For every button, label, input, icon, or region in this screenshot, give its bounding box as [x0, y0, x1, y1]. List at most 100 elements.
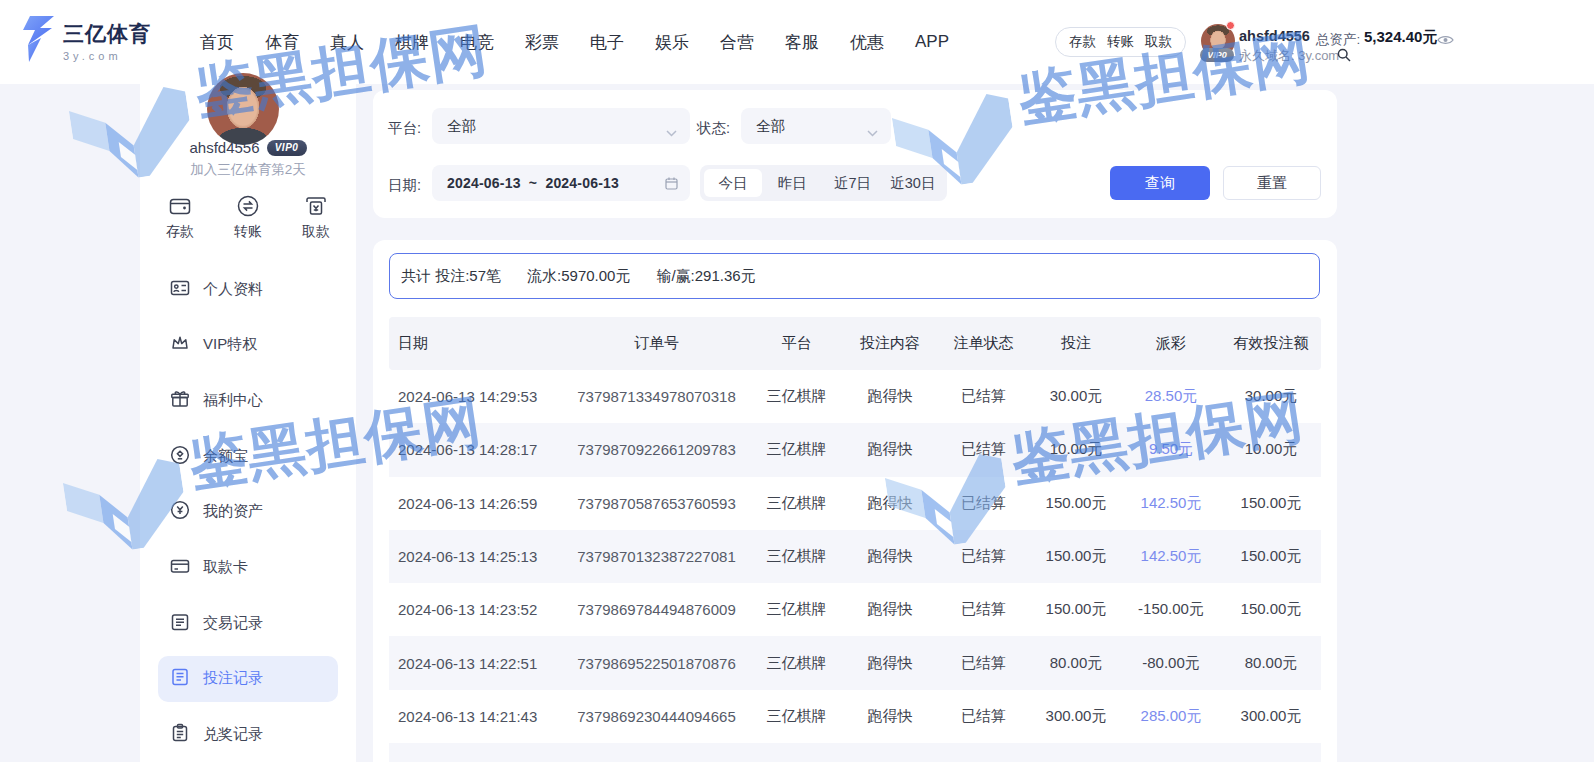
chevron-down-icon: [867, 123, 878, 141]
wallet-action-1[interactable]: 存款: [1069, 33, 1096, 51]
cell-platform: 三亿棋牌: [749, 547, 844, 566]
brand-domain: 3y.com: [63, 50, 151, 62]
sidebar-item-3[interactable]: 福利中心: [158, 377, 338, 423]
table-body: 2024-06-13 14:29:537379871334978070318三亿…: [389, 370, 1321, 762]
cell-order_no: 7379871334978070318: [564, 388, 749, 405]
nav-item-1[interactable]: 首页: [199, 31, 235, 54]
sidebar-item-7[interactable]: 交易记录: [158, 600, 338, 646]
crown-icon: [170, 333, 190, 356]
search-icon[interactable]: [1337, 48, 1351, 66]
cell-payout: 142.50元: [1121, 547, 1221, 566]
table-row-7: 2024-06-13 14:21:437379869230444094665三亿…: [389, 690, 1321, 743]
platform-label: 平台:: [388, 119, 421, 138]
range-3[interactable]: 近7日: [822, 174, 882, 193]
summary-turnover: 流水:5970.00元: [527, 267, 630, 286]
cell-status: 已结算: [936, 494, 1031, 513]
nav-item-8[interactable]: 娱乐: [654, 31, 690, 54]
cell-bet: 300.00元: [1031, 707, 1121, 726]
profile-card-icon: [170, 278, 190, 301]
transfer-icon: [236, 194, 260, 218]
platform-select[interactable]: 全部: [432, 108, 690, 144]
cell-order_no: 7379870587653760593: [564, 495, 749, 512]
sidebar-item-2[interactable]: VIP特权: [158, 322, 338, 368]
quick-action-3[interactable]: 取款: [282, 194, 350, 241]
date-range-input[interactable]: 2024-06-13 ~ 2024-06-13: [432, 165, 690, 201]
nav-item-2[interactable]: 体育: [264, 31, 300, 54]
sidebar: ahsfd4556 VIP0 加入三亿体育第2天 存款转账取款 个人资料VIP特…: [140, 84, 356, 762]
cell-order_no: 7379869522501870876: [564, 655, 749, 672]
date-label: 日期:: [388, 176, 421, 195]
wallet-action-3[interactable]: 取款: [1145, 33, 1172, 51]
chevron-down-icon: [666, 123, 677, 141]
nav-item-10[interactable]: 客服: [784, 31, 820, 54]
date-quick-ranges: 今日昨日近7日近30日: [700, 165, 947, 201]
cell-payout: 9.50元: [1121, 440, 1221, 459]
cell-bet: 10.00元: [1031, 440, 1121, 459]
cell-date: 2024-06-13 14:25:13: [389, 548, 564, 565]
cell-status: 已结算: [936, 547, 1031, 566]
cell-status: 已结算: [936, 600, 1031, 619]
cell-status: 已结算: [936, 707, 1031, 726]
table-row-3: 2024-06-13 14:26:597379870587653760593三亿…: [389, 477, 1321, 530]
col-header-2: 订单号: [564, 334, 749, 353]
cell-platform: 三亿棋牌: [749, 600, 844, 619]
profile-avatar[interactable]: [207, 73, 279, 145]
sidebar-item-4[interactable]: 余额宝: [158, 433, 338, 479]
query-button[interactable]: 查询: [1110, 166, 1210, 200]
nav-item-4[interactable]: 棋牌: [394, 31, 430, 54]
brand-logo[interactable]: 三亿体育 3y.com: [16, 15, 151, 67]
cell-date: 2024-06-13 14:28:17: [389, 441, 564, 458]
quick-action-1[interactable]: 存款: [146, 194, 214, 241]
nav-item-5[interactable]: 电竞: [459, 31, 495, 54]
withdraw-icon: [304, 194, 328, 218]
topbar: 三亿体育 3y.com 首页 体育 真人 棋牌 电竞 彩票 电子 娱乐 合营 客服 优惠 APP 存款…: [0, 0, 1594, 84]
gift-icon: [170, 389, 190, 412]
cell-status: 已结算: [936, 387, 1031, 406]
nav-item-11[interactable]: 优惠: [849, 31, 885, 54]
cell-bet: 150.00元: [1031, 600, 1121, 619]
cell-payout: 285.00元: [1121, 707, 1221, 726]
cell-content: 跑得快: [844, 600, 936, 619]
sidebar-item-1[interactable]: 个人资料: [158, 266, 338, 312]
cell-order_no: 7379870922661209783: [564, 441, 749, 458]
coin-icon: [170, 445, 190, 468]
vip-badge: VIP0: [1200, 48, 1234, 62]
nav-item-12[interactable]: APP: [914, 32, 950, 52]
redeem-records-icon: [170, 723, 190, 746]
cell-valid_bet: 30.00元: [1221, 387, 1321, 406]
nav-item-9[interactable]: 合营: [719, 31, 755, 54]
wallet-action-2[interactable]: 转账: [1107, 33, 1134, 51]
notification-dot: [1226, 21, 1235, 30]
bet-records-icon: [170, 667, 190, 690]
eye-icon[interactable]: [1437, 32, 1454, 50]
username[interactable]: ahsfd4556: [1239, 28, 1310, 44]
cell-bet: 80.00元: [1031, 654, 1121, 673]
brand-bolt-icon: [16, 15, 56, 67]
cell-content: 跑得快: [844, 707, 936, 726]
nav-item-6[interactable]: 彩票: [524, 31, 560, 54]
sidebar-item-6[interactable]: 取款卡: [158, 544, 338, 590]
reset-button[interactable]: 重置: [1223, 166, 1321, 200]
sidebar-item-5[interactable]: 我的资产: [158, 489, 338, 535]
cell-content: 跑得快: [844, 387, 936, 406]
cell-content: 跑得快: [844, 654, 936, 673]
cell-platform: 三亿棋牌: [749, 387, 844, 406]
table-row-2: 2024-06-13 14:28:177379870922661209783三亿…: [389, 423, 1321, 476]
sidebar-item-8[interactable]: 投注记录: [158, 656, 338, 702]
nav-item-7[interactable]: 电子: [589, 31, 625, 54]
status-select[interactable]: 全部: [741, 108, 891, 144]
cell-date: 2024-06-13 14:21:43: [389, 708, 564, 725]
cell-content: 跑得快: [844, 440, 936, 459]
cell-bet: 150.00元: [1031, 547, 1121, 566]
range-1[interactable]: 今日: [704, 169, 762, 197]
range-4[interactable]: 近30日: [883, 174, 943, 193]
range-2[interactable]: 昨日: [762, 174, 822, 193]
quick-action-2[interactable]: 转账: [214, 194, 282, 241]
status-label: 状态:: [697, 119, 730, 138]
brand-name: 三亿体育: [63, 20, 151, 48]
assets-value: 5,324.40元: [1364, 28, 1437, 47]
nav-item-3[interactable]: 真人: [329, 31, 365, 54]
table-row-5: 2024-06-13 14:23:527379869784494876009三亿…: [389, 583, 1321, 636]
sidebar-item-9[interactable]: 兑奖记录: [158, 712, 338, 758]
col-header-6: 投注: [1031, 334, 1121, 353]
